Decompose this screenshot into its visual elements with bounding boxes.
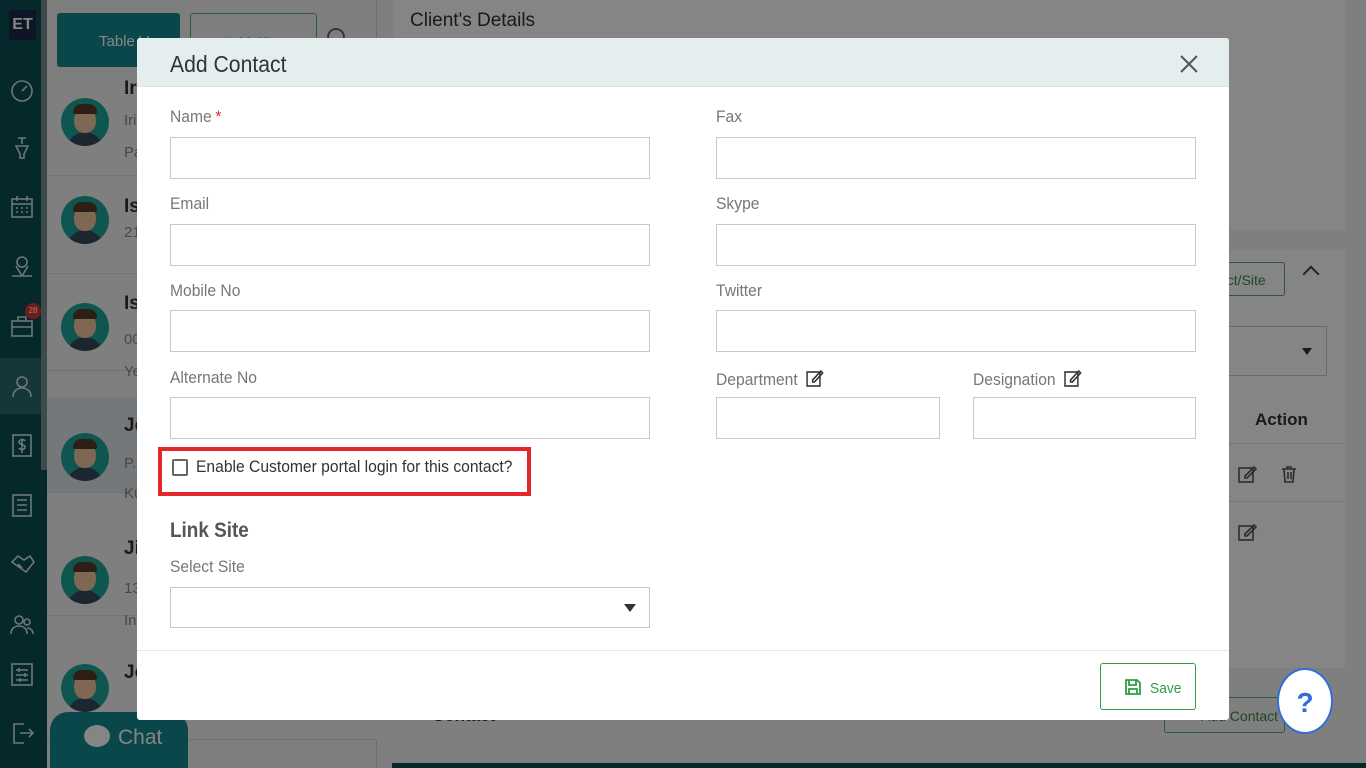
alternate-label: Alternate No — [170, 368, 257, 387]
mobile-label: Mobile No — [170, 281, 241, 300]
select-site-dropdown[interactable] — [170, 587, 650, 628]
save-button[interactable]: Save — [1100, 663, 1196, 710]
fax-label: Fax — [716, 107, 743, 126]
modal-header: Add Contact — [137, 38, 1229, 87]
required-asterisk: * — [215, 107, 222, 126]
save-label: Save — [1150, 680, 1182, 697]
mobile-input[interactable] — [170, 310, 650, 352]
modal-title: Add Contact — [170, 51, 287, 77]
skype-input[interactable] — [716, 224, 1196, 266]
department-label-text: Department — [716, 370, 798, 389]
skype-label: Skype — [716, 194, 760, 213]
link-site-heading: Link Site — [170, 519, 249, 542]
caret-down-icon — [624, 604, 636, 612]
name-input[interactable] — [170, 137, 650, 179]
email-label: Email — [170, 194, 210, 213]
name-label-text: Name — [170, 107, 212, 126]
alternate-input[interactable] — [170, 397, 650, 439]
designation-input[interactable] — [973, 397, 1196, 439]
name-label: Name * — [170, 107, 222, 127]
twitter-label: Twitter — [716, 281, 763, 300]
email-input[interactable] — [170, 224, 650, 266]
portal-login-checkbox[interactable] — [172, 459, 188, 476]
close-icon[interactable] — [1177, 52, 1201, 76]
help-button[interactable]: ? — [1277, 668, 1333, 734]
designation-label: Designation — [973, 368, 1082, 390]
floppy-disk-icon — [1124, 678, 1142, 696]
modal-footer: Save — [137, 650, 1229, 720]
department-label: Department — [716, 368, 824, 390]
add-contact-modal: Add Contact Name * Email Mobile No Altern… — [137, 38, 1229, 720]
twitter-input[interactable] — [716, 310, 1196, 352]
edit-designation-icon[interactable] — [1063, 368, 1082, 388]
fax-input[interactable] — [716, 137, 1196, 179]
edit-department-icon[interactable] — [805, 368, 824, 388]
department-input[interactable] — [716, 397, 940, 439]
designation-label-text: Designation — [973, 370, 1056, 389]
select-site-label: Select Site — [170, 557, 245, 576]
portal-login-label[interactable]: Enable Customer portal login for this co… — [196, 457, 512, 477]
